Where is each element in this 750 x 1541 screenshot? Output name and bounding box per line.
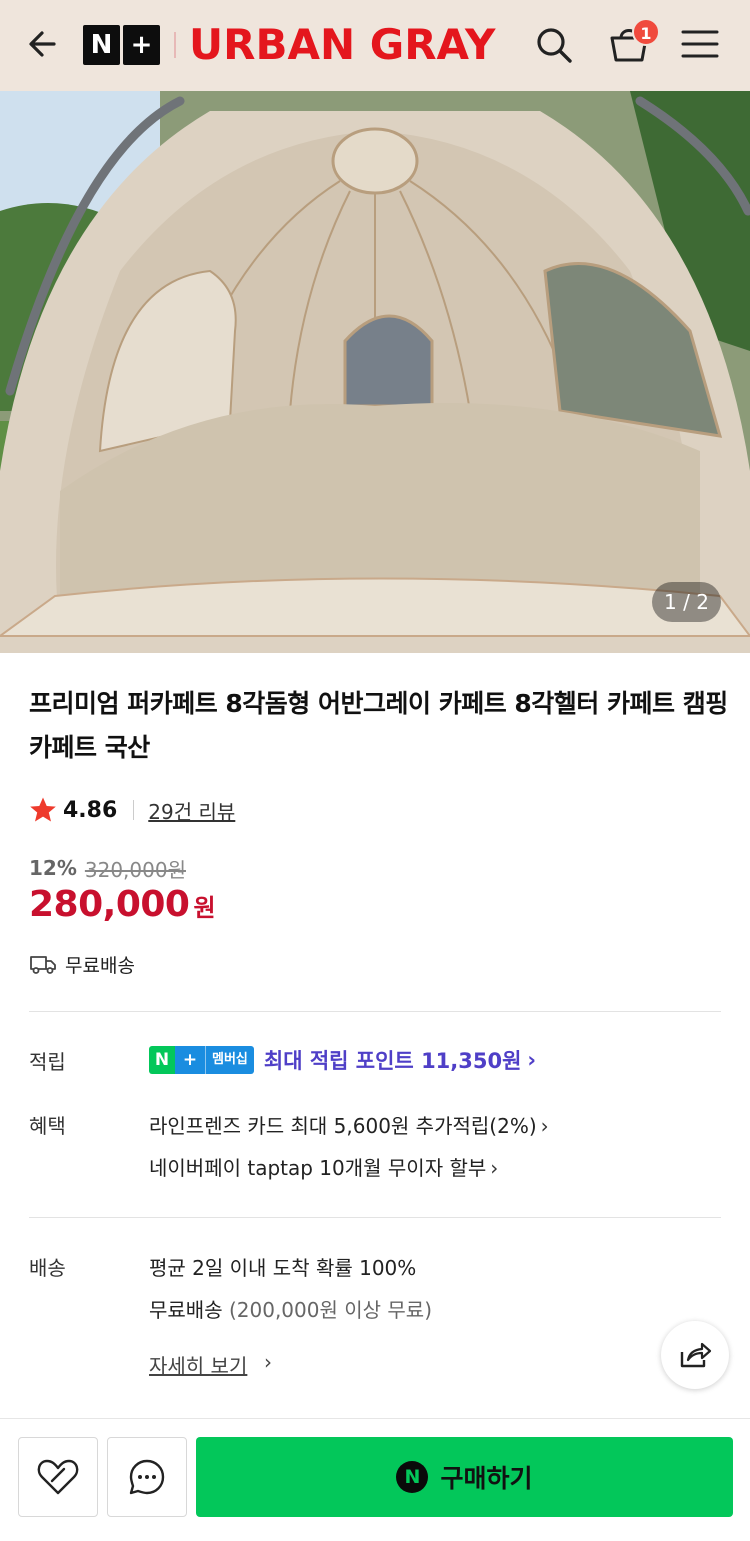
benefit-installment-link[interactable]: 네이버페이 taptap 10개월 무이자 할부 › (149, 1152, 498, 1181)
store-brand[interactable]: URBAN GRAY (189, 18, 495, 72)
delivery-fee-note: (200,000원 이상 무료) (228, 1298, 432, 1322)
wishlist-button[interactable] (18, 1437, 98, 1517)
delivery-estimate: 평균 2일 이내 도착 확률 100% (149, 1256, 417, 1280)
max-points-text: 최대 적립 포인트 11,350원 (263, 1049, 522, 1073)
rating-separator (133, 800, 135, 820)
cart-count-badge: 1 (632, 18, 660, 46)
naver-pay-icon: N (396, 1461, 429, 1493)
naver-plus-membership-badge: N + 멤버십 (149, 1046, 254, 1074)
sale-price-row: 280,000 원 (29, 884, 216, 934)
benefits-label: 혜택 (29, 1114, 66, 1138)
divider (29, 1011, 721, 1012)
buy-label: 구매하기 (440, 1464, 533, 1493)
star-icon (30, 797, 56, 822)
shipping-text: 무료배송 (65, 954, 135, 977)
benefit-card-text: 라인프렌즈 카드 최대 5,600원 추가적립(2%) (149, 1114, 537, 1138)
chevron-right-icon: › (490, 1156, 499, 1180)
divider (29, 1217, 721, 1218)
discount-rate: 12% (29, 856, 77, 880)
shipping-badge: 무료배송 (29, 948, 135, 980)
benefit-installment-text: 네이버페이 taptap 10개월 무이자 할부 (149, 1156, 487, 1180)
chat-icon (129, 1459, 165, 1495)
review-count-link[interactable]: 29건 리뷰 (148, 796, 235, 825)
share-button[interactable] (661, 1321, 729, 1389)
product-image[interactable] (0, 91, 750, 653)
counter-separator: / (676, 590, 697, 614)
rating-score: 4.86 (63, 797, 118, 823)
truck-icon (30, 956, 56, 974)
image-counter: 1 / 2 (652, 582, 721, 622)
points-label: 적립 (29, 1050, 66, 1074)
logo-n: N (83, 25, 120, 65)
delivery-label: 배송 (29, 1256, 66, 1280)
rating-row: 4.86 29건 리뷰 (29, 792, 235, 828)
header-divider (174, 32, 176, 58)
tent-photo (0, 91, 750, 653)
heart-icon (37, 1459, 79, 1495)
search-icon[interactable] (533, 24, 575, 66)
benefit-card-link[interactable]: 라인프렌즈 카드 최대 5,600원 추가적립(2%) › (149, 1110, 549, 1139)
logo-plus: + (123, 25, 160, 65)
counter-total: 2 (696, 590, 709, 614)
product-title: 프리미엄 퍼카페트 8각돔형 어반그레이 카페트 8각헬터 카페트 캠핑카페트 … (29, 689, 728, 762)
menu-icon[interactable] (680, 26, 720, 62)
counter-current: 1 (664, 590, 677, 614)
bottom-action-bar: N 구매하기 (0, 1418, 750, 1541)
badge-n: N (149, 1046, 175, 1074)
sale-price-unit: 원 (193, 894, 216, 922)
chevron-right-icon: › (540, 1114, 549, 1138)
share-icon (680, 1342, 712, 1368)
delivery-fee-main: 무료배송 (149, 1298, 223, 1322)
buy-button[interactable]: N 구매하기 (196, 1437, 733, 1517)
talk-button[interactable] (107, 1437, 187, 1517)
badge-membership: 멤버십 (205, 1046, 254, 1074)
delivery-fee: 무료배송 (200,000원 이상 무료) (149, 1294, 432, 1323)
naver-plus-logo[interactable]: N + (83, 25, 161, 65)
sale-price: 280,000 (29, 884, 190, 925)
chevron-right-icon: › (527, 1048, 537, 1072)
back-arrow-icon[interactable] (24, 24, 64, 64)
chevron-right-icon: › (264, 1350, 272, 1374)
top-header: N + URBAN GRAY 1 (0, 0, 750, 91)
original-price: 320,000원 (84, 857, 186, 882)
badge-plus: + (175, 1046, 205, 1074)
discount-row: 12% 320,000원 (29, 853, 186, 883)
see-details-link[interactable]: 자세히 보기 (149, 1350, 247, 1379)
points-row[interactable]: N + 멤버십 최대 적립 포인트 11,350원 › (149, 1044, 536, 1076)
